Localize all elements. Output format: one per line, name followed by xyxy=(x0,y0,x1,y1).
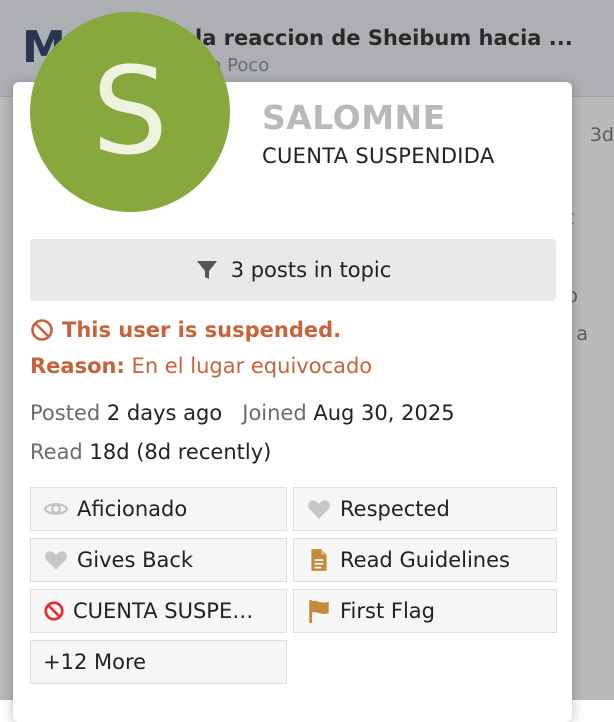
badge-aficionado[interactable]: Aficionado xyxy=(30,487,287,531)
posts-in-topic-label: 3 posts in topic xyxy=(230,258,392,282)
username[interactable]: SALOMNE xyxy=(262,98,446,137)
badge-read-guidelines[interactable]: Read Guidelines xyxy=(293,538,557,582)
file-icon xyxy=(311,549,327,571)
flag-icon xyxy=(309,600,329,623)
reason-text: En el lugar equivocado xyxy=(131,354,373,378)
badge-label: CUENTA SUSPE… xyxy=(73,599,254,623)
badge-label: Read Guidelines xyxy=(340,548,510,572)
badge-label: First Flag xyxy=(340,599,435,623)
user-title: CUENTA SUSPENDIDA xyxy=(262,144,495,168)
eye-icon xyxy=(43,503,69,515)
badge-label: Respected xyxy=(340,497,450,521)
badge-respected[interactable]: Respected xyxy=(293,487,557,531)
ban-icon xyxy=(44,601,64,621)
heart-icon xyxy=(45,551,67,570)
badge-more-label: +12 More xyxy=(43,650,147,674)
suspension-reason: Reason: En el lugar equivocado xyxy=(30,354,372,378)
badge-gives-back[interactable]: Gives Back xyxy=(30,538,287,582)
ban-icon xyxy=(31,319,53,341)
user-avatar[interactable]: S xyxy=(30,12,230,212)
filter-icon xyxy=(196,261,217,279)
heart-icon xyxy=(308,500,330,519)
read-label: Read xyxy=(30,440,83,464)
user-meta-read: Read 18d (8d recently) xyxy=(30,440,271,464)
suspended-notice: This user is suspended. xyxy=(30,318,341,342)
badge-label: Aficionado xyxy=(77,497,188,521)
badge-more-button[interactable]: +12 More xyxy=(30,640,287,684)
read-value: 18d (8d recently) xyxy=(89,440,272,464)
posted-value: 2 days ago xyxy=(106,401,223,425)
posts-in-topic-button[interactable]: 3 posts in topic xyxy=(30,239,556,301)
user-meta-posted-joined: Posted 2 days ago Joined Aug 30, 2025 xyxy=(30,401,455,425)
reason-label: Reason: xyxy=(30,354,125,378)
badge-list: Aficionado Respected Gives Back Read Gui… xyxy=(30,487,557,684)
joined-value: Aug 30, 2025 xyxy=(313,401,455,425)
posted-label: Posted xyxy=(30,401,101,425)
badge-first-flag[interactable]: First Flag xyxy=(293,589,557,633)
avatar-letter: S xyxy=(91,42,169,182)
joined-label: Joined xyxy=(242,401,307,425)
suspended-text: This user is suspended. xyxy=(62,318,342,342)
badge-cuenta-suspendida[interactable]: CUENTA SUSPE… xyxy=(30,589,287,633)
badge-label: Gives Back xyxy=(77,548,194,572)
